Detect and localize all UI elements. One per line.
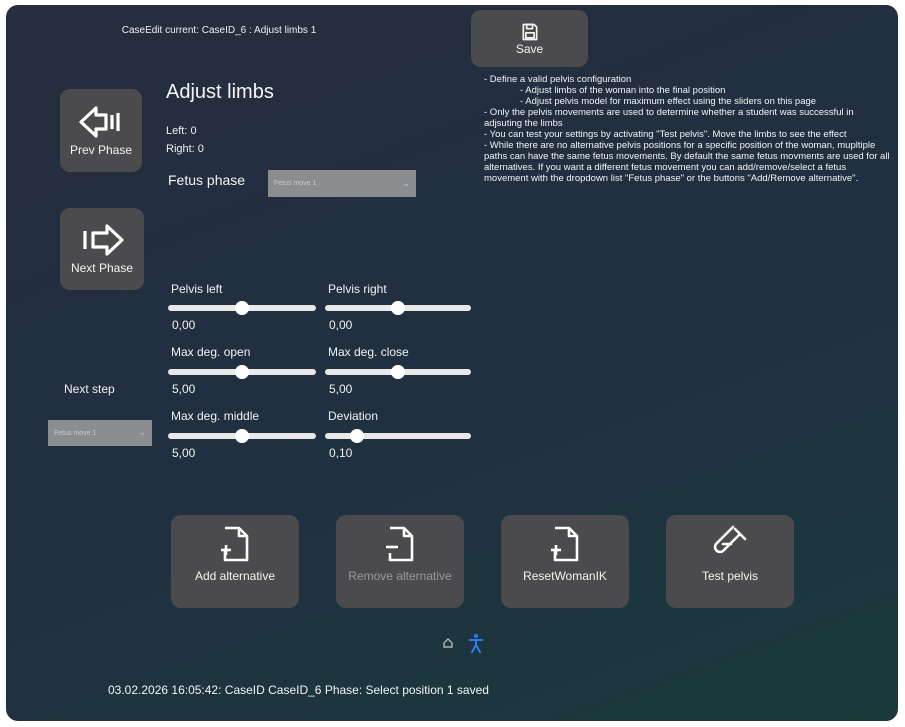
slider-label-max-deg-close: Max deg. close — [328, 345, 409, 359]
slider-value-max-deg-close: 5,00 — [329, 382, 353, 396]
test-pelvis-button[interactable]: Test pelvis — [666, 515, 794, 608]
slider-value-pelvis-left: 0,00 — [172, 318, 196, 332]
next-phase-label: Next Phase — [70, 261, 134, 275]
section-title: Adjust limbs — [166, 81, 274, 103]
slider-label-max-deg-open: Max deg. open — [171, 345, 251, 359]
instruction-line: - Adjust limbs of the woman into the fin… — [520, 85, 726, 96]
slider-value-max-deg-middle: 5,00 — [172, 446, 196, 460]
slider-thumb[interactable] — [235, 429, 249, 443]
home-icon[interactable] — [442, 637, 454, 649]
instructions-text: - Define a valid pelvis configuration - … — [484, 74, 890, 184]
add-alternative-button[interactable]: Add alternative — [171, 515, 299, 608]
slider-pelvis-left[interactable] — [168, 301, 316, 315]
slider-label-pelvis-left: Pelvis left — [171, 282, 223, 296]
slider-label-pelvis-right: Pelvis right — [328, 282, 387, 296]
file-minus-icon — [386, 526, 414, 562]
slider-label-max-deg-middle: Max deg. middle — [171, 409, 260, 423]
slider-max-deg-open[interactable] — [168, 365, 316, 379]
add-alternative-label: Add alternative — [194, 569, 276, 583]
slider-thumb[interactable] — [391, 301, 405, 315]
save-button[interactable]: Save — [471, 10, 588, 67]
instruction-line: - While there are no alternative pelvis … — [484, 140, 890, 184]
app-panel: CaseEdit current: CaseID_6 : Adjust limb… — [6, 5, 898, 721]
slider-thumb[interactable] — [235, 365, 249, 379]
test-pelvis-label: Test pelvis — [701, 569, 759, 583]
instruction-line: - You can test your settings by activati… — [484, 129, 847, 140]
slider-thumb[interactable] — [235, 301, 249, 315]
accessibility-icon[interactable] — [468, 633, 484, 653]
file-plus-icon — [551, 526, 579, 562]
slider-label-deviation: Deviation — [328, 409, 379, 423]
slider-value-max-deg-open: 5,00 — [172, 382, 196, 396]
slider-thumb[interactable] — [350, 429, 365, 443]
slider-max-deg-close[interactable] — [325, 365, 471, 379]
chevron-down-icon: ⌄ — [402, 177, 410, 188]
chevron-down-icon: ⌄ — [138, 426, 146, 437]
slider-thumb[interactable] — [391, 365, 405, 379]
prev-phase-button[interactable]: Prev Phase — [60, 89, 142, 172]
slider-pelvis-right[interactable] — [325, 301, 471, 315]
reset-woman-ik-label: ResetWomanIK — [523, 569, 607, 583]
slider-value-pelvis-right: 0,00 — [329, 318, 353, 332]
file-plus-icon — [221, 526, 249, 562]
left-count: Left: 0 — [166, 125, 197, 137]
next-step-label: Next step — [64, 382, 115, 396]
test-tube-icon — [713, 525, 747, 554]
case-edit-title: CaseEdit current: CaseID_6 : Adjust limb… — [121, 25, 317, 36]
slider-deviation[interactable] — [325, 429, 471, 443]
instruction-line: - Only the pelvis movements are used to … — [484, 107, 854, 129]
slider-value-deviation: 0,10 — [329, 446, 353, 460]
arrow-left-icon — [79, 105, 120, 138]
remove-alternative-button[interactable]: Remove alternative — [336, 515, 464, 608]
next-step-dropdown[interactable]: Fetus move 1 ⌄ — [48, 420, 152, 446]
prev-phase-label: Prev Phase — [69, 142, 133, 157]
reset-woman-ik-button[interactable]: ResetWomanIK — [501, 515, 629, 608]
fetus-phase-dropdown[interactable]: Fetus move 1 ⌄ — [268, 170, 416, 197]
right-count: Right: 0 — [166, 143, 204, 155]
slider-max-deg-middle[interactable] — [168, 429, 316, 443]
remove-alternative-label: Remove alternative — [348, 569, 452, 583]
arrow-right-icon — [83, 224, 124, 256]
next-step-value: Fetus move 1 — [54, 429, 97, 437]
save-label: Save — [515, 41, 544, 56]
save-icon — [522, 23, 537, 40]
instruction-line: - Define a valid pelvis configuration — [484, 74, 632, 85]
status-message: 03.02.2026 16:05:42: CaseID CaseID_6 Pha… — [108, 683, 489, 697]
next-phase-button[interactable]: Next Phase — [60, 208, 144, 290]
fetus-phase-label: Fetus phase — [168, 172, 246, 188]
instruction-line: - Adjust pelvis model for maximum effect… — [520, 96, 817, 107]
fetus-phase-value: Fetus move 1 — [274, 180, 317, 187]
